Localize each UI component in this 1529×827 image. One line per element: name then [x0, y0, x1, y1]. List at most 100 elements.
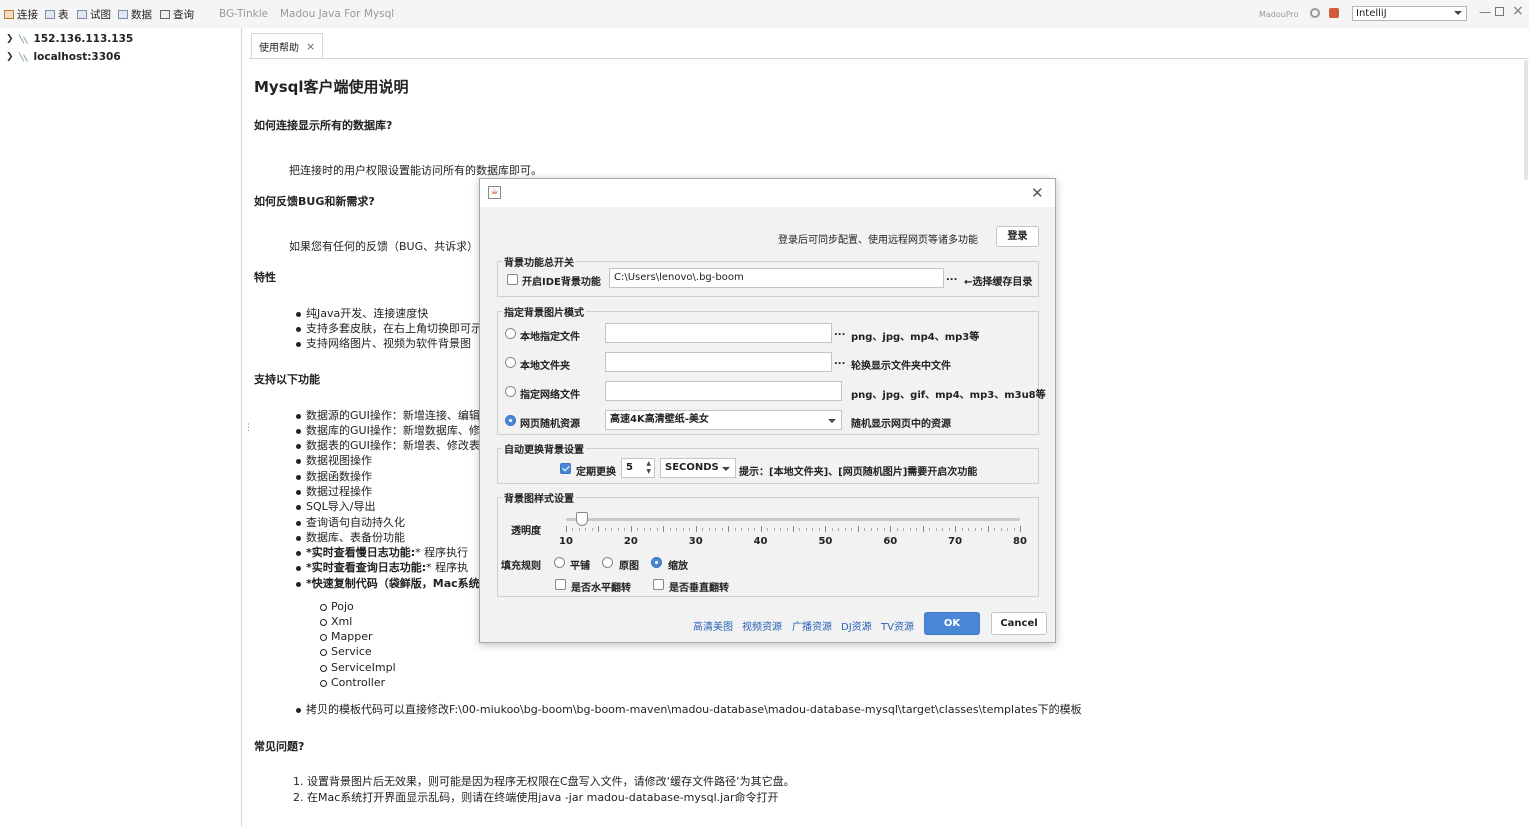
mode-network-file-radio[interactable] [505, 386, 516, 397]
group-image-style: 背景图样式设置 透明度 10 20 30 40 50 60 70 80 填充规则 平铺 原图 … [497, 490, 1040, 597]
connection-item[interactable]: ❯ 152.136.113.135 [6, 33, 133, 45]
chevron-right-icon[interactable]: ❯ [6, 34, 14, 44]
slider-tick-label: 10 [559, 536, 573, 547]
list-item: 支持多套皮肤，在右上角切换即可示 [296, 320, 482, 336]
slider-thumb[interactable] [576, 512, 589, 526]
mode-local-file-field[interactable] [605, 323, 832, 343]
web-source-value: 高速4K高清壁纸-美女 [610, 414, 709, 425]
enable-background-checkbox[interactable] [507, 274, 518, 285]
cache-path-field[interactable]: C:\Users\lenovo\.bg-boom [609, 268, 944, 288]
list-item: 数据表的GUI操作：新增表、修改表 [296, 437, 480, 453]
browse-cache-button[interactable]: ... [946, 272, 957, 283]
slider-tick [734, 528, 736, 531]
toolbar-connect-button[interactable]: 连接 [4, 7, 38, 22]
settings-gear-icon[interactable] [1310, 8, 1320, 18]
list-item: 数据源的GUI操作：新增连接、编辑 [296, 407, 480, 423]
slider-tick [1013, 528, 1015, 531]
slider-tick [903, 528, 905, 531]
slider-tick-label: 40 [753, 536, 768, 547]
list-item-rest: * 程序执行 [415, 546, 469, 559]
mode-web-random-radio[interactable] [505, 415, 516, 426]
connection-item[interactable]: ❯ localhost:3306 [6, 51, 121, 63]
list-item-bold: *实时查看查询日志功能: [306, 561, 427, 574]
minimize-icon[interactable]: — [1479, 5, 1491, 19]
mode-network-file-field[interactable] [605, 381, 842, 401]
slider-tick [994, 528, 996, 531]
flip-vertical-label: 是否垂直翻转 [669, 583, 729, 594]
doc-answer: 把连接时的用户权限设置能访问所有的数据库即可。 [289, 164, 542, 177]
mode-label: 本地指定文件 [520, 332, 580, 343]
fill-original-radio[interactable] [602, 557, 613, 568]
tab-close-icon[interactable]: × [306, 40, 315, 53]
link-video-resources[interactable]: 视频资源 [742, 618, 782, 633]
slider-tick [968, 528, 970, 531]
scrollbar[interactable] [1524, 60, 1528, 180]
flip-horizontal-checkbox[interactable] [555, 579, 566, 590]
sub-list-item: Xml [320, 615, 352, 628]
flip-horizontal-label: 是否水平翻转 [571, 583, 631, 594]
link-dj-resources[interactable]: DJ资源 [841, 618, 872, 633]
login-button[interactable]: 登录 [996, 226, 1039, 247]
auto-change-checkbox[interactable] [560, 463, 571, 474]
close-icon[interactable]: ✕ [1031, 184, 1044, 202]
fill-scale-radio[interactable] [651, 557, 662, 568]
slider-tick [754, 528, 756, 531]
link-radio-resources[interactable]: 广播资源 [792, 618, 832, 633]
java-icon: ☕ [488, 186, 501, 199]
slider-tick [883, 528, 885, 531]
fill-tile-radio[interactable] [554, 557, 565, 568]
slider-track[interactable] [566, 518, 1020, 521]
link-hd-images[interactable]: 高清美图 [693, 618, 733, 633]
slider-tick [909, 528, 911, 531]
flip-vertical-checkbox[interactable] [653, 579, 664, 590]
stepper-arrows-icon[interactable]: ▲ ▼ [646, 460, 651, 476]
interval-unit-select[interactable]: SECONDS [660, 458, 736, 478]
slider-tick [682, 528, 684, 531]
splitter-handle[interactable]: ⋮ [244, 423, 253, 433]
mode-local-folder-field[interactable] [605, 352, 832, 372]
browse-file-button[interactable]: ... [834, 327, 845, 338]
doc-answer: 如果您有任何的反馈（BUG、共诉求） [289, 240, 479, 253]
mode-local-folder-radio[interactable] [505, 357, 516, 368]
table-icon [45, 10, 55, 19]
plugin-cube-icon[interactable] [1329, 8, 1339, 18]
dialog-titlebar[interactable]: ☕ ✕ [480, 179, 1055, 207]
toolbar-view-button[interactable]: 试图 [77, 7, 111, 22]
brand-label: MadouPro [1259, 10, 1299, 19]
opacity-slider[interactable]: 10 20 30 40 50 60 70 80 [498, 498, 1040, 558]
slider-tick [851, 528, 853, 531]
tab-help[interactable]: 使用帮助 × [251, 33, 324, 59]
ok-button[interactable]: OK [924, 612, 980, 635]
interval-stepper[interactable]: 5 ▲ ▼ [621, 458, 655, 478]
sub-list-item: Service [320, 645, 372, 658]
tab-divider [249, 58, 1529, 59]
toolbar-data-button[interactable]: 数据 [118, 7, 152, 22]
slider-tick [974, 528, 976, 531]
mode-local-file-radio[interactable] [505, 328, 516, 339]
web-source-select[interactable]: 高速4K高清壁纸-美女 [605, 410, 842, 430]
chevron-right-icon[interactable]: ❯ [6, 52, 14, 62]
slider-tick [812, 528, 814, 531]
link-tv-resources[interactable]: TV资源 [881, 618, 914, 633]
slider-tick [1007, 528, 1009, 531]
doc-section-heading: 支持以下功能 [254, 373, 320, 386]
slider-tick [825, 526, 827, 532]
slider-tick [942, 528, 944, 531]
list-item: 数据视图操作 [296, 452, 372, 468]
cancel-button[interactable]: Cancel [991, 612, 1047, 635]
toolbar-table-button[interactable]: 表 [45, 7, 69, 22]
toolbar-query-button[interactable]: 查询 [160, 7, 194, 22]
skin-select[interactable]: IntelliJ [1352, 6, 1467, 21]
slider-tick [767, 528, 769, 531]
slider-tick [591, 528, 593, 531]
list-item: 数据库、表备份功能 [296, 529, 405, 545]
browse-folder-button[interactable]: ... [834, 356, 845, 367]
slider-tick [663, 526, 665, 532]
fill-option-label: 缩放 [668, 561, 688, 572]
close-window-icon[interactable]: × [1512, 3, 1524, 19]
group-title: 自动更换背景设置 [502, 441, 586, 456]
mode-hint: png、jpg、gif、mp4、mp3、m3u8等 [851, 390, 1046, 401]
slider-tick [676, 528, 678, 531]
maximize-icon[interactable] [1495, 7, 1504, 16]
background-settings-dialog: ☕ ✕ 登录后可同步配置、使用远程网页等诸多功能 登录 背景功能总开关 开启ID… [479, 178, 1056, 643]
